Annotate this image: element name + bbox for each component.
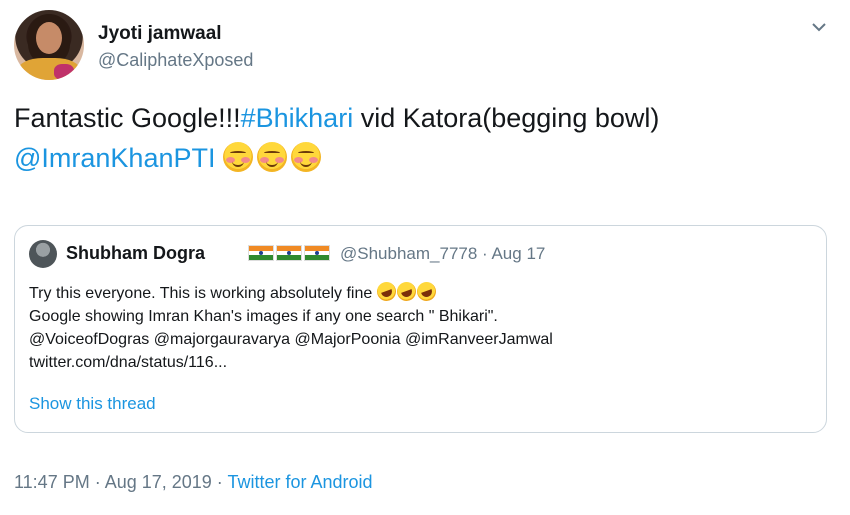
timestamp[interactable]: 11:47 PM · Aug 17, 2019 · xyxy=(14,472,227,492)
quoted-tweet-card[interactable]: Shubham Dogra @Shubham_7778 · Aug 17 Try… xyxy=(14,225,827,433)
tweet-footer: 11:47 PM · Aug 17, 2019 · Twitter for An… xyxy=(14,472,373,493)
india-flag-icon xyxy=(248,245,274,261)
tweet-text-intro: Fantastic Google!!! xyxy=(14,103,241,133)
tweet-text: Fantastic Google!!!#Bhikhari vid Katora(… xyxy=(14,98,824,178)
quoted-tweet-text: Try this everyone. This is working absol… xyxy=(29,279,819,374)
avatar-accent xyxy=(54,64,74,80)
quoted-display-name[interactable]: Shubham Dogra xyxy=(66,243,205,264)
source-link[interactable]: Twitter for Android xyxy=(227,472,372,492)
india-flag-icon xyxy=(276,245,302,261)
user-handle[interactable]: @CaliphateXposed xyxy=(98,50,253,71)
avatar[interactable] xyxy=(14,10,84,80)
rolling-on-floor-laughing-icon xyxy=(374,279,399,304)
display-name[interactable]: Jyoti jamwaal xyxy=(98,23,222,45)
rolling-on-floor-laughing-icon xyxy=(414,279,439,304)
tweet-text-body: vid Katora(begging bowl) xyxy=(353,103,660,133)
smiling-face-with-blush-icon xyxy=(257,142,288,172)
smiling-face-with-blush-icon xyxy=(291,142,322,172)
avatar-face xyxy=(36,22,62,54)
chevron-down-icon[interactable] xyxy=(810,18,828,36)
quoted-avatar[interactable] xyxy=(29,240,57,268)
rolling-on-floor-laughing-icon xyxy=(394,279,419,304)
mention-link[interactable]: @ImranKhanPTI xyxy=(14,143,216,173)
flag-emoji-group xyxy=(248,245,330,261)
quoted-handle-date: @Shubham_7778 · Aug 17 xyxy=(340,244,546,263)
tweet-header: Jyoti jamwaal @CaliphateXposed xyxy=(14,10,836,80)
quoted-mentions: @VoiceofDogras @majorgauravarya @MajorPo… xyxy=(29,331,553,348)
smiling-face-with-blush-icon xyxy=(223,142,254,172)
india-flag-icon xyxy=(304,245,330,261)
show-thread-link[interactable]: Show this thread xyxy=(29,394,156,414)
hashtag-link[interactable]: #Bhikhari xyxy=(241,103,354,133)
quoted-line-2: Google showing Imran Khan's images if an… xyxy=(29,308,498,325)
quoted-url: twitter.com/dna/status/116... xyxy=(29,354,228,371)
quoted-line-1: Try this everyone. This is working absol… xyxy=(29,279,819,305)
